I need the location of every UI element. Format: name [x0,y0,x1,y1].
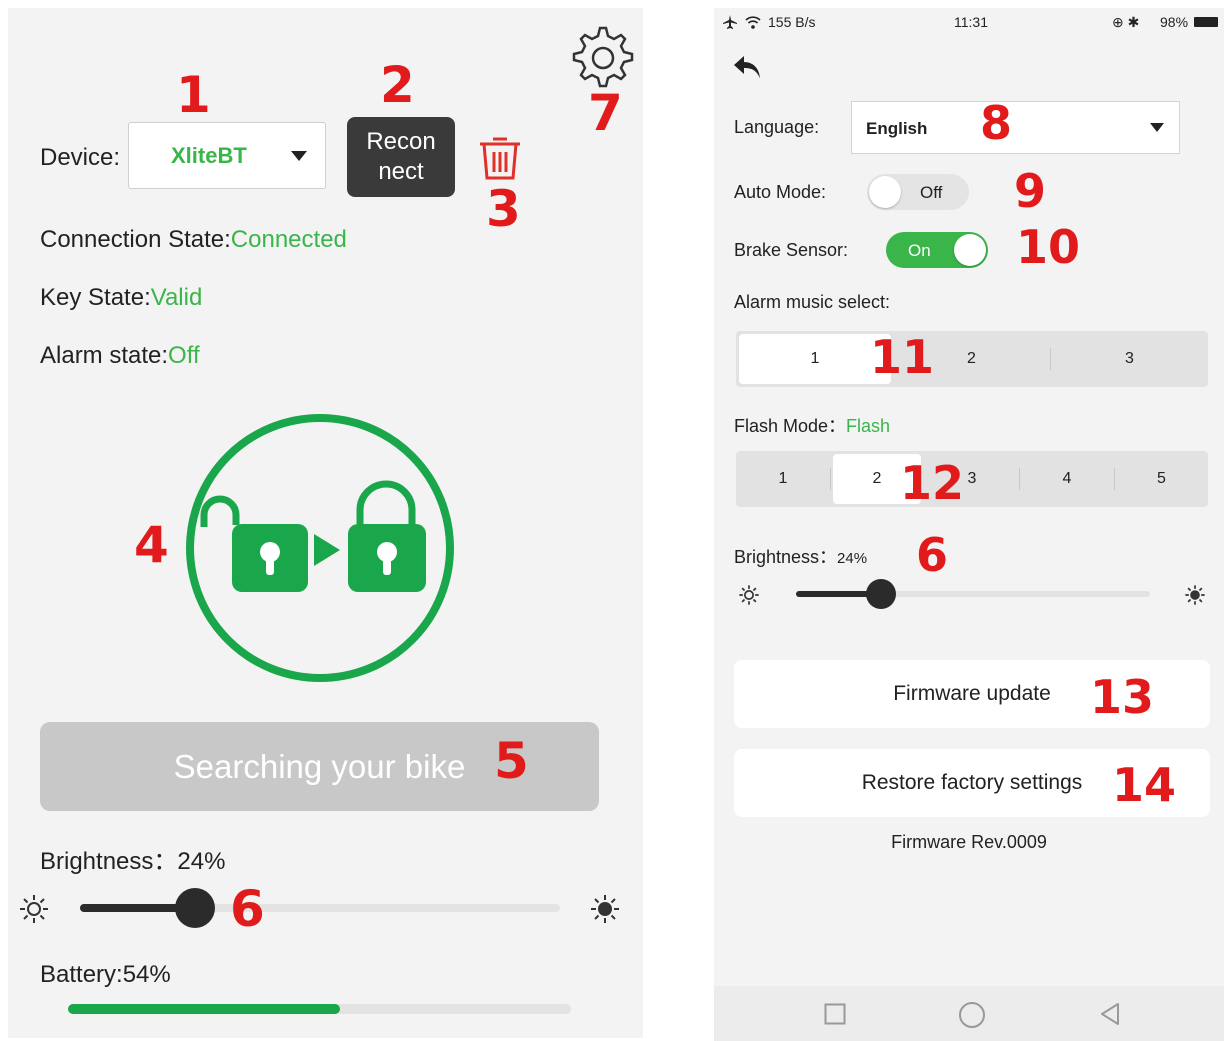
wifi-icon [745,16,761,29]
trash-icon[interactable] [476,132,524,182]
annotation-11: 11 [870,330,935,384]
alarm-music-option-3[interactable]: 3 [1051,331,1208,387]
brightness-slider-thumb[interactable] [866,579,896,609]
battery-bar-fill [68,1004,340,1014]
annotation-12: 12 [900,456,965,510]
device-label: Device: [40,144,121,171]
flash-mode-value: Flash [846,416,891,436]
device-dropdown[interactable]: XliteBT [128,122,326,189]
battery-label: Battery: [40,961,123,988]
sun-low-icon [739,585,759,605]
auto-mode-value: Off [920,183,943,202]
alarm-state-value: Off [168,342,200,369]
annotation-3: 3 [486,180,521,238]
annotation-14: 14 [1112,758,1177,812]
alarm-state-label: Alarm state: [40,342,169,369]
flash-mode-option-1[interactable]: 1 [736,451,830,507]
status-net-speed: 155 B/s [768,14,816,30]
airplane-icon [723,15,737,29]
flash-mode-row: Flash Mode：Flash [734,412,890,438]
connection-state-label: Connection State: [40,226,231,253]
flash-mode-label: Flash Mode： [734,416,847,436]
flash-mode-segmented: 1 2 3 4 5 [736,451,1208,507]
brightness-value: 24% [837,550,868,567]
brightness-row: Brightness：24% [734,543,867,569]
key-state-value: Valid [150,284,203,311]
brightness-label: Brightness： [734,547,838,567]
circle-nav-icon[interactable] [958,1001,986,1029]
status-time: 11:31 [954,14,988,30]
annotation-2: 2 [380,56,415,114]
toggle-knob [869,176,901,208]
alarm-state: Alarm state:Off [40,342,200,370]
sun-high-icon [1185,585,1205,605]
brake-sensor-label: Brake Sensor: [734,240,849,260]
brightness-slider[interactable] [796,579,1150,609]
brightness-label: Brightness： [40,848,178,875]
auto-mode-toggle[interactable]: Off [867,174,969,210]
brightness-row: Brightness：24% [40,841,225,876]
status-icons: ⊕ ✱ [1112,14,1140,30]
battery-bar [68,1004,571,1014]
alarm-music-segmented: 1 2 3 [736,331,1208,387]
sun-low-icon [20,895,48,923]
right-panel: 155 B/s 11:31 ⊕ ✱ 98% Language: English … [714,8,1224,1041]
brightness-slider-thumb[interactable] [175,888,215,928]
annotation-8: 8 [980,96,1013,150]
auto-mode-label: Auto Mode: [734,182,827,202]
brake-sensor-value: On [908,241,931,260]
flash-mode-option-5[interactable]: 5 [1115,451,1208,507]
annotation-10: 10 [1016,220,1081,274]
back-arrow-icon[interactable] [732,54,762,80]
brightness-value: 24% [177,848,226,875]
toggle-knob [954,234,986,266]
system-nav-bar [714,986,1224,1041]
brake-sensor-toggle[interactable]: On [886,232,988,268]
chevron-down-icon [1150,123,1164,132]
left-panel: 1 2 7 Device: XliteBT Recon nect 3 Conne… [8,8,643,1038]
gear-icon[interactable] [568,22,634,88]
lock-transition-icon[interactable] [184,412,456,684]
reconnect-label-line1: Recon [366,128,436,155]
key-state-label: Key State: [40,284,151,311]
reconnect-button[interactable]: Recon nect [347,117,455,197]
connection-state-value: Connected [230,226,347,253]
annotation-1: 1 [176,66,211,124]
triangle-nav-icon[interactable] [1098,1002,1122,1026]
annotation-6: 6 [230,880,265,938]
alarm-music-label: Alarm music select: [734,292,891,312]
battery-status-icon [1194,17,1218,27]
firmware-revision: Firmware Rev.0009 [891,832,1047,852]
language-value: English [866,119,928,138]
alarm-music-option-1[interactable]: 1 [739,334,891,384]
key-state: Key State:Valid [40,284,202,312]
brightness-slider[interactable] [80,888,560,928]
annotation-7: 7 [588,84,623,142]
battery-value: 54% [122,961,171,988]
device-value: XliteBT [171,143,247,168]
annotation-4: 4 [134,516,169,574]
sun-high-icon [591,895,619,923]
annotation-9: 9 [1014,164,1047,218]
reconnect-label-line2: nect [378,158,424,185]
square-nav-icon[interactable] [824,1003,846,1025]
annotation-6b: 6 [916,528,949,582]
chevron-down-icon [291,151,307,161]
battery-row: Battery:54% [40,961,171,989]
flash-mode-option-4[interactable]: 4 [1020,451,1114,507]
divider [830,468,831,490]
connection-state: Connection State:Connected [40,226,347,254]
annotation-13: 13 [1090,670,1155,724]
status-battery: 98% [1160,14,1189,30]
annotation-5: 5 [494,732,529,790]
language-dropdown[interactable]: English [851,101,1180,154]
language-label: Language: [734,117,820,137]
